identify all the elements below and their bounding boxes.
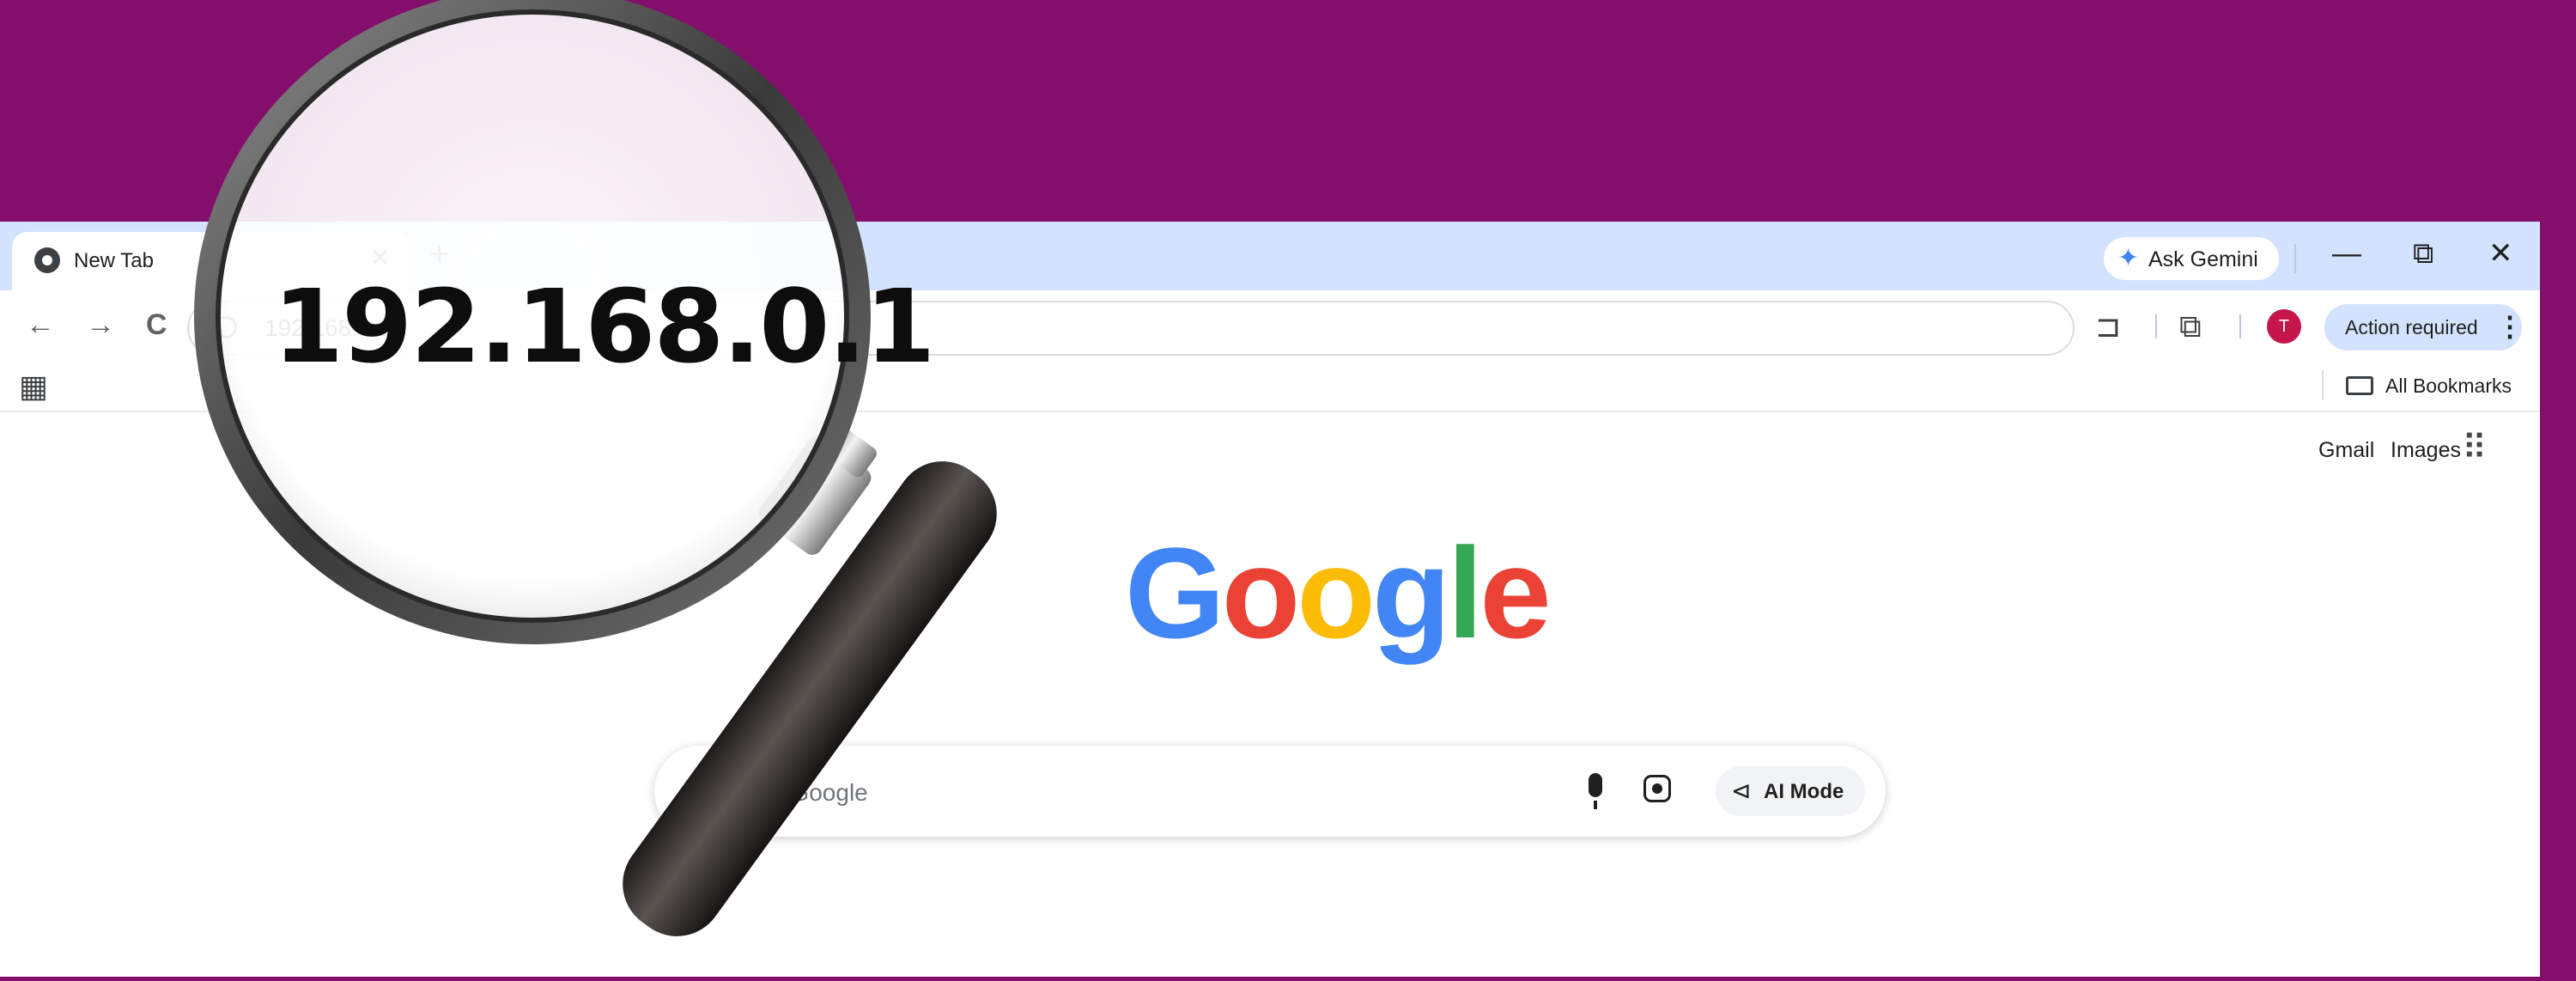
divider (2155, 314, 2157, 338)
logo-letter: o (1221, 521, 1301, 665)
logo-letter: G (1125, 521, 1225, 665)
add-attachment-button[interactable]: + (685, 766, 709, 811)
toolbar: ← → C 192.168.0.1 ⊐ ⧉ T Action required … (0, 290, 2540, 361)
ai-mode-label: AI Mode (1764, 780, 1844, 803)
google-lens-icon[interactable] (1643, 775, 1671, 802)
search-box: + ⊲ AI Mode (654, 746, 1886, 837)
tab-strip: New Tab ✕ + ✦ Ask Gemini — ⧉ ✕ (0, 222, 2540, 290)
restore-button[interactable]: ⧉ (2413, 232, 2433, 275)
divider (2322, 371, 2324, 400)
all-bookmarks-link[interactable]: All Bookmarks (2385, 375, 2512, 398)
divider (2239, 314, 2241, 338)
back-button[interactable]: ← (26, 308, 55, 342)
ai-mode-button[interactable]: ⊲ AI Mode (1716, 766, 1865, 816)
avatar[interactable]: T (2267, 309, 2301, 344)
new-tab-button[interactable]: + (429, 237, 449, 271)
gmail-link[interactable]: Gmail (2318, 438, 2374, 463)
site-info-icon[interactable] (215, 316, 237, 338)
search-input[interactable] (742, 775, 1346, 811)
logo-letter: l (1447, 521, 1484, 665)
reading-list-icon[interactable]: ⧉ (2179, 309, 2202, 344)
google-logo: Google (1125, 524, 1552, 661)
logo-letter: o (1297, 521, 1376, 665)
reload-button[interactable]: C (146, 308, 167, 342)
new-tab-page: Gmail Images ⠿ Google + ⊲ AI Mode (0, 412, 2540, 977)
logo-letter: g (1371, 521, 1451, 665)
google-apps-icon[interactable]: ⠿ (2462, 431, 2487, 466)
ask-gemini-button[interactable]: ✦ Ask Gemini (2104, 237, 2279, 280)
action-required-label: Action required (2345, 316, 2478, 338)
forward-button[interactable]: → (86, 308, 115, 342)
browser-window: New Tab ✕ + ✦ Ask Gemini — ⧉ ✕ ← → C 192… (0, 222, 2540, 977)
apps-shortcut-icon[interactable]: ▦ (19, 371, 48, 402)
bookmarks-bar: ▦ All Bookmarks (0, 361, 2540, 412)
minimize-button[interactable]: — (2332, 232, 2361, 275)
ask-gemini-label: Ask Gemini (2148, 247, 2258, 271)
tab-title: New Tab (74, 249, 154, 272)
gemini-star-icon: ✦ (2117, 244, 2140, 272)
images-link[interactable]: Images (2391, 438, 2461, 463)
microphone-icon[interactable] (1589, 773, 1602, 809)
chrome-icon (34, 247, 60, 273)
ai-mode-icon: ⊲ (1731, 777, 1752, 804)
tab-new-tab[interactable]: New Tab ✕ (12, 232, 409, 290)
action-required-button[interactable]: Action required ⋮ (2324, 304, 2524, 350)
divider (2294, 244, 2296, 273)
address-text[interactable]: 192.168.0.1 (264, 314, 392, 342)
address-bar[interactable]: 192.168.0.1 (187, 301, 2075, 356)
folder-icon (2346, 376, 2373, 395)
close-icon[interactable]: ✕ (369, 244, 391, 273)
menu-dots-icon[interactable]: ⋮ (2496, 311, 2524, 342)
extensions-icon[interactable]: ⊐ (2095, 309, 2121, 344)
logo-letter: e (1479, 521, 1551, 665)
close-window-button[interactable]: ✕ (2488, 232, 2513, 275)
